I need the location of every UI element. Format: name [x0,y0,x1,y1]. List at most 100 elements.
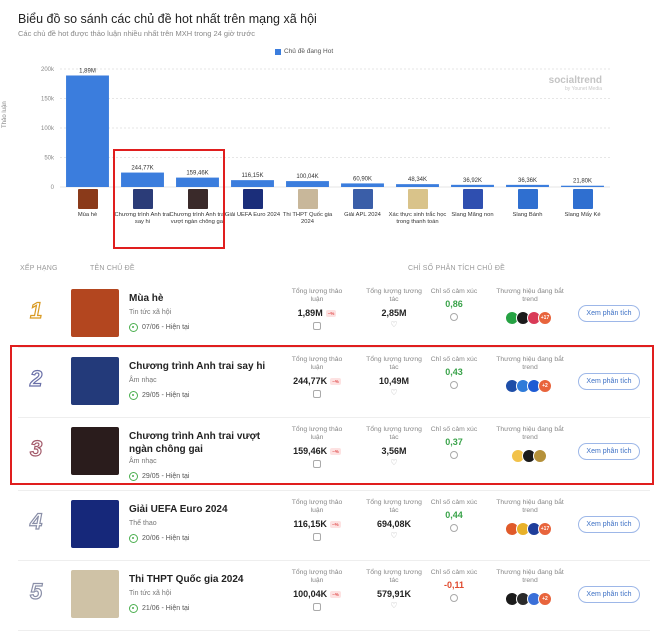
topic-thumbnail[interactable] [71,500,119,548]
brand-more-count[interactable]: +17 [538,521,552,536]
trend-badge: ~% [325,310,337,318]
topic-category: Thể thao [129,520,157,527]
topic-date-text: 07/06 - Hiện tại [142,324,190,331]
metric-value: 100,04K ~% [293,588,341,599]
x-tick-label: Slang Mãng non [451,212,494,218]
topic-date-text: 21/06 - Hiện tại [142,605,190,612]
metric-label: Tổng lượng thảo luận [291,569,343,585]
bar-data-label: 60,90K [353,176,372,182]
highlight-box-rows [10,345,654,485]
table-row[interactable]: 5 Thi THPT Quốc gia 2024 Tin tức xã hội 21/… [18,561,650,631]
x-tick-label: Thi THPT Quốc gia 2024 [282,212,333,226]
metric-label: Tổng lượng thảo luận [291,288,343,304]
bar[interactable] [396,184,439,187]
topic-category: Tin tức xã hội [129,590,172,597]
category-item[interactable]: Mùa hè [58,189,118,219]
category-item[interactable]: Thi THPT Quốc gia 2024 [278,189,338,226]
metric-label: Tổng lượng tương tác [366,569,422,585]
category-item[interactable]: Giải APL 2024 [333,189,393,219]
metric-value: 0,44 [445,510,463,521]
highlight-box-chart [113,149,225,249]
view-analysis-button[interactable]: Xem phân tích [578,586,640,603]
view-analysis-button[interactable]: Xem phân tích [578,305,640,322]
metric-value: 2,85M [381,307,407,318]
metric-interaction: Tổng lượng tương tác 579,91K ♡ [363,569,425,610]
brand-more-count[interactable]: +2 [538,591,552,606]
category-item[interactable]: Xác thực sinh trắc học trong thanh toán [388,189,448,226]
topic-title[interactable]: Thi THPT Quốc gia 2024 [129,573,279,586]
topic-date: 20/06 - Hiện tại [129,534,189,543]
chat-icon [313,532,321,541]
bar-chart: 050k100k150k200k 1,89M244,77K159,46K 116,1… [41,67,610,191]
table-row[interactable]: 4 Giải UEFA Euro 2024 Thể thao 20/06 - Hiện… [18,491,650,561]
trend-badge: ~% [330,591,341,599]
trending-brands[interactable]: Thương hiệu đang bắt trend +17 [490,288,570,325]
brand-more-count[interactable]: +17 [538,310,552,325]
bar[interactable] [231,180,274,187]
bar[interactable] [341,183,384,187]
y-tick-label: 200k [41,67,55,73]
x-tick-label: Slang Mấy Ké [564,212,601,218]
metric-value: 1,89M ~% [297,307,337,318]
category-thumbnail [407,189,428,209]
topic-date: 07/06 - Hiện tại [129,323,189,332]
category-item[interactable]: Slang Bánh [498,189,558,219]
category-thumbnail [352,189,373,209]
brand-logo-group[interactable]: +17 [490,310,570,325]
table-row[interactable]: 1 Mùa hè Tin tức xã hội 07/06 - Hiện tại Tổn… [18,280,650,348]
metric-sentiment: Chỉ số cảm xúc -0,11 [424,569,484,603]
y-tick-label: 100k [41,126,55,132]
topic-thumbnail[interactable] [71,289,119,337]
metric-discussion: Tổng lượng thảo luận 100,04K ~% [286,569,348,611]
topic-category: Tin tức xã hội [129,309,172,316]
topic-thumbnail[interactable] [71,570,119,618]
active-status-icon [129,534,138,543]
metric-label: Thương hiệu đang bắt trend [496,499,564,515]
smile-icon [450,313,458,322]
trend-badge: ~% [329,521,341,529]
bar-data-label: 48,34K [408,177,427,183]
category-thumbnail [517,189,538,209]
bar-data-label: 36,92K [463,178,482,184]
bar[interactable] [506,184,549,187]
topic-title[interactable]: Giải UEFA Euro 2024 [129,503,279,516]
y-tick-label: 0 [51,185,55,191]
topic-title[interactable]: Mùa hè [129,292,279,305]
trending-brands[interactable]: Thương hiệu đang bắt trend +17 [490,499,570,536]
bar[interactable] [561,185,604,187]
metric-label: Chỉ số cảm xúc [430,569,478,576]
col-head-rank: XẾP HẠNG [20,265,58,272]
category-item[interactable]: Slang Mấy Ké [553,189,613,219]
rank-number: 5 [29,578,43,604]
trending-brands[interactable]: Thương hiệu đang bắt trend +2 [490,569,570,606]
metric-label: Tổng lượng tương tác [366,499,422,515]
metric-value: 116,15K ~% [293,518,341,529]
view-analysis-button[interactable]: Xem phân tích [578,516,640,533]
x-tick-label: Mùa hè [77,212,98,218]
topic-date: 21/06 - Hiện tại [129,604,189,613]
y-tick-label: 150k [41,97,55,103]
metric-value: 694,08K [376,518,412,529]
brand-logo-group[interactable]: +17 [490,521,570,536]
bar[interactable] [66,75,109,187]
category-item[interactable]: Giải UEFA Euro 2024 [223,189,283,219]
brand-logo-group[interactable]: +2 [490,591,570,606]
col-head-topic: TÊN CHỦ ĐỀ [90,265,135,272]
chat-icon [313,321,321,330]
metric-label: Tổng lượng tương tác [366,288,422,304]
metric-value: 0,86 [445,299,463,310]
bar[interactable] [451,184,494,187]
x-tick-label: Xác thực sinh trắc học trong thanh toán [388,212,447,226]
smile-icon [450,594,458,603]
topic-date-text: 20/06 - Hiện tại [142,535,190,542]
rank-number: 4 [29,508,43,534]
category-thumbnail [297,189,318,209]
metric-label: Chỉ số cảm xúc [430,499,478,506]
bar[interactable] [286,181,329,187]
category-item[interactable]: Slang Mãng non [443,189,503,219]
heart-icon: ♡ [390,600,398,610]
bar-data-label: 21,80K [573,179,592,185]
col-head-metrics: CHỈ SỐ PHÂN TÍCH CHỦ ĐỀ [408,265,506,272]
category-thumbnail [242,189,263,209]
x-tick-label: Slang Bánh [512,212,543,218]
